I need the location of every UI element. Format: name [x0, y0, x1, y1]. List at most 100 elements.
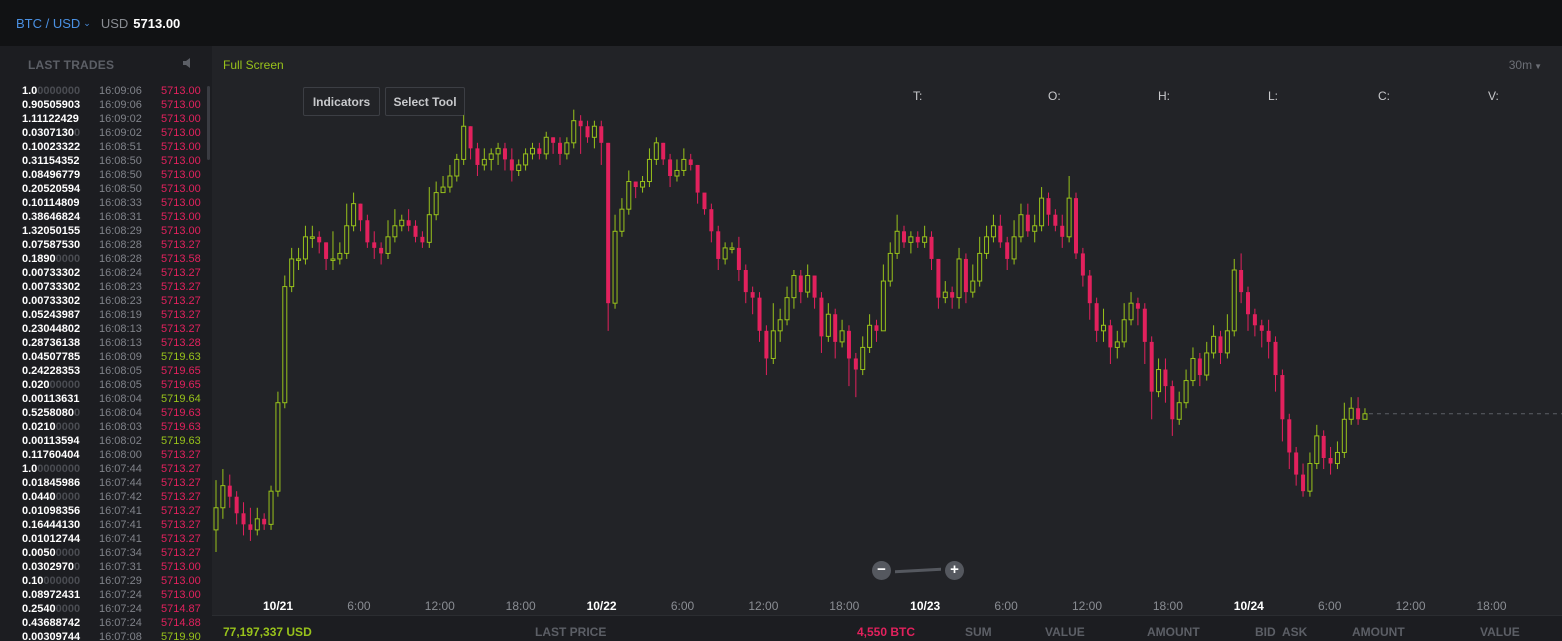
- trade-amount: 0.52580800: [22, 407, 81, 419]
- trade-price: 5713.27: [161, 267, 201, 279]
- candle: [764, 325, 769, 376]
- zoom-slider[interactable]: [895, 567, 941, 574]
- candle: [213, 480, 219, 552]
- interval-selector[interactable]: 30m ▼: [1509, 58, 1542, 72]
- candle-body: [1108, 325, 1113, 348]
- candle: [358, 203, 363, 232]
- candle-body: [1170, 386, 1175, 420]
- candle: [1231, 258, 1237, 337]
- trade-time: 16:07:42: [99, 491, 142, 503]
- candle: [379, 242, 384, 265]
- trade-price: 5713.58: [161, 253, 201, 265]
- candle-body: [509, 159, 514, 171]
- candle: [894, 214, 900, 259]
- pair-selector[interactable]: BTC / USD ⌄: [16, 16, 91, 31]
- x-tick-label: 6:00: [1318, 599, 1342, 613]
- x-tick-label: 6:00: [994, 599, 1018, 613]
- candle-body: [599, 126, 604, 143]
- value-header: VALUE: [1045, 625, 1085, 639]
- top-bar: BTC / USD ⌄ USD 5713.00: [0, 0, 1562, 46]
- candle: [1080, 247, 1085, 287]
- candle-body: [1101, 324, 1107, 332]
- candle: [805, 264, 811, 298]
- candle: [1211, 325, 1217, 359]
- candle-body: [702, 192, 707, 210]
- trade-row: 0.01012744 16:07:41 5713.27: [0, 532, 212, 546]
- candle: [777, 308, 783, 342]
- candle: [750, 286, 755, 315]
- last-trades-panel: LAST TRADES 1.00000000 16:09:06 5713.00 0.9…: [0, 46, 212, 641]
- candle-body: [777, 319, 783, 332]
- candle-body: [1025, 214, 1030, 232]
- candle: [853, 352, 858, 398]
- candle: [1018, 203, 1024, 243]
- candle: [977, 236, 983, 287]
- speaker-icon[interactable]: [182, 56, 196, 74]
- trade-price: 5713.27: [161, 533, 201, 545]
- trade-time: 16:08:00: [99, 449, 142, 461]
- candle: [227, 474, 232, 508]
- zoom-out-button[interactable]: −: [872, 561, 891, 580]
- candle-body: [743, 270, 748, 293]
- candle-body: [234, 496, 239, 514]
- candle: [248, 507, 253, 541]
- candle: [296, 247, 302, 270]
- candle: [488, 148, 494, 171]
- candle: [936, 258, 941, 309]
- candle-body: [420, 236, 425, 243]
- candle-body: [716, 231, 721, 259]
- trade-row: 0.01098356 16:07:41 5713.27: [0, 504, 212, 518]
- full-screen-button[interactable]: Full Screen: [223, 58, 284, 72]
- candle: [591, 120, 597, 149]
- candle-body: [709, 209, 714, 232]
- trade-row: 0.02000000 16:08:05 5719.65: [0, 378, 212, 392]
- trade-time: 16:08:13: [99, 323, 142, 335]
- trade-amount: 0.00500000: [22, 547, 81, 559]
- trade-time: 16:08:28: [99, 253, 142, 265]
- trades-scrollbar[interactable]: [207, 86, 210, 160]
- candle-body: [1190, 357, 1196, 382]
- candle: [468, 126, 473, 160]
- candle-body: [729, 247, 735, 250]
- candle: [668, 153, 673, 188]
- candle-body: [1204, 352, 1210, 376]
- candle: [1149, 336, 1154, 420]
- candle-body: [1121, 319, 1127, 343]
- candle: [1128, 292, 1134, 326]
- candle: [908, 231, 914, 254]
- candle-body: [867, 324, 873, 348]
- candle-body: [241, 513, 246, 525]
- candle: [571, 109, 577, 149]
- candle: [309, 225, 315, 248]
- zoom-in-button[interactable]: +: [945, 561, 964, 580]
- trade-row: 1.00000000 16:09:06 5713.00: [0, 84, 212, 98]
- candle-body: [529, 147, 535, 155]
- candle-body: [963, 258, 968, 293]
- candle: [716, 225, 721, 270]
- candle: [1176, 391, 1182, 425]
- last-trades-title: LAST TRADES: [28, 58, 115, 72]
- candle: [1204, 341, 1210, 381]
- candle-body: [764, 330, 769, 359]
- trade-time: 16:08:04: [99, 393, 142, 405]
- candle-body: [289, 258, 295, 288]
- trade-price: 5719.65: [161, 379, 201, 391]
- trade-time: 16:08:19: [99, 309, 142, 321]
- trade-price: 5719.63: [161, 435, 201, 447]
- candle: [365, 214, 370, 248]
- candle-body: [1018, 214, 1024, 238]
- trade-time: 16:07:24: [99, 589, 142, 601]
- candle-body: [661, 142, 666, 160]
- candle: [1280, 369, 1285, 442]
- candle: [1224, 314, 1230, 359]
- trade-row: 0.90505903 16:09:06 5713.00: [0, 98, 212, 112]
- candle-body: [254, 518, 260, 531]
- candle-body: [502, 148, 507, 160]
- candlestick-plot[interactable]: [212, 82, 1562, 582]
- candle-body: [942, 291, 948, 299]
- candle: [324, 242, 329, 270]
- candle-body: [296, 258, 302, 261]
- candle-body: [1039, 197, 1045, 227]
- candle: [722, 242, 728, 265]
- x-tick-label: 6:00: [347, 599, 371, 613]
